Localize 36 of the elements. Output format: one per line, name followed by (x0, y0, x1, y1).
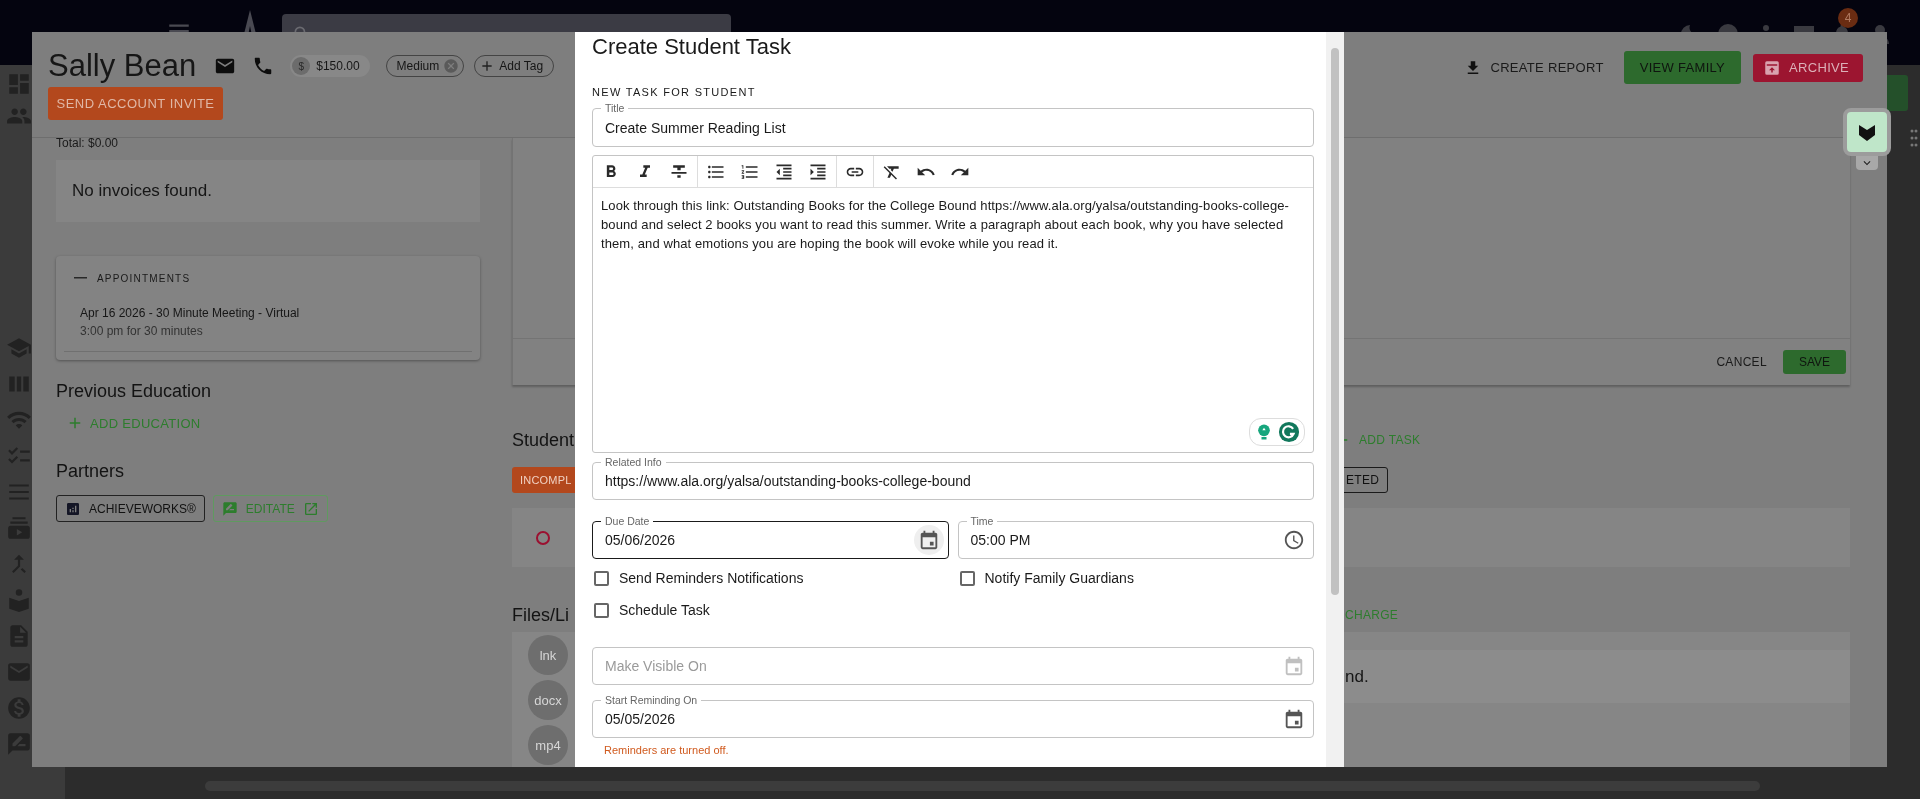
field-value: 05/06/2026 (605, 532, 676, 548)
field-label: Due Date (601, 515, 654, 527)
appointment-title: Apr 16 2026 - 30 Minute Meeting - Virtual (80, 305, 301, 321)
checkbox-label: Schedule Task (619, 602, 710, 618)
field-label: Related Info (601, 456, 666, 468)
section-heading: Student (512, 429, 575, 451)
file-type-avatar: lnk (528, 635, 568, 675)
file-type-avatar: mp4 (528, 725, 568, 765)
section-heading: Previous Education (56, 380, 212, 402)
field-placeholder: Make Visible On (605, 658, 707, 674)
balance-amount: $150.00 (316, 59, 360, 73)
field-label: Time (966, 515, 998, 527)
section-label: NEW TASK FOR STUDENT (592, 85, 757, 99)
section-heading: APPOINTMENTS (97, 272, 191, 284)
student-name: Sally Bean (48, 48, 197, 84)
dialog-title: Create Student Task (592, 33, 792, 61)
notification-badge: 4 (1838, 8, 1858, 28)
invoice-total: Total: $0.00 (56, 135, 119, 151)
field-value: 05:00 PM (970, 532, 1031, 548)
tag-label: Medium (396, 59, 440, 73)
checkbox-label: Notify Family Guardians (984, 570, 1134, 586)
field-value: Create Summer Reading List (605, 119, 786, 136)
field-value: 05/05/2026 (605, 711, 676, 727)
field-label: Title (601, 102, 629, 114)
file-type-avatar: docx (528, 680, 568, 720)
empty-message: nd. (1345, 666, 1369, 687)
checkbox-label: Send Reminders Notifications (619, 570, 804, 586)
section-heading: Partners (56, 460, 125, 482)
task-description: Look through this link: Outstanding Books for the College Bound https://www.ala.org/yalsa/outstanding-books-college-bound and select 2 books you want to read this summer. Write a paragraph about each book, why you have selected them, and what emotions you are hoping the book will evoke while you read it. (600, 197, 1290, 253)
field-label: Start Reminding On (601, 694, 702, 706)
currency-avatar: $ (292, 57, 311, 75)
appointment-time: 3:00 pm for 30 minutes (80, 323, 204, 339)
empty-message: No invoices found. (72, 181, 212, 201)
error-message: Reminders are turned off. (603, 743, 730, 757)
section-heading: Files/Li (512, 604, 569, 626)
field-value: https://www.ala.org/yalsa/outstanding-books-college-bound (605, 473, 971, 489)
